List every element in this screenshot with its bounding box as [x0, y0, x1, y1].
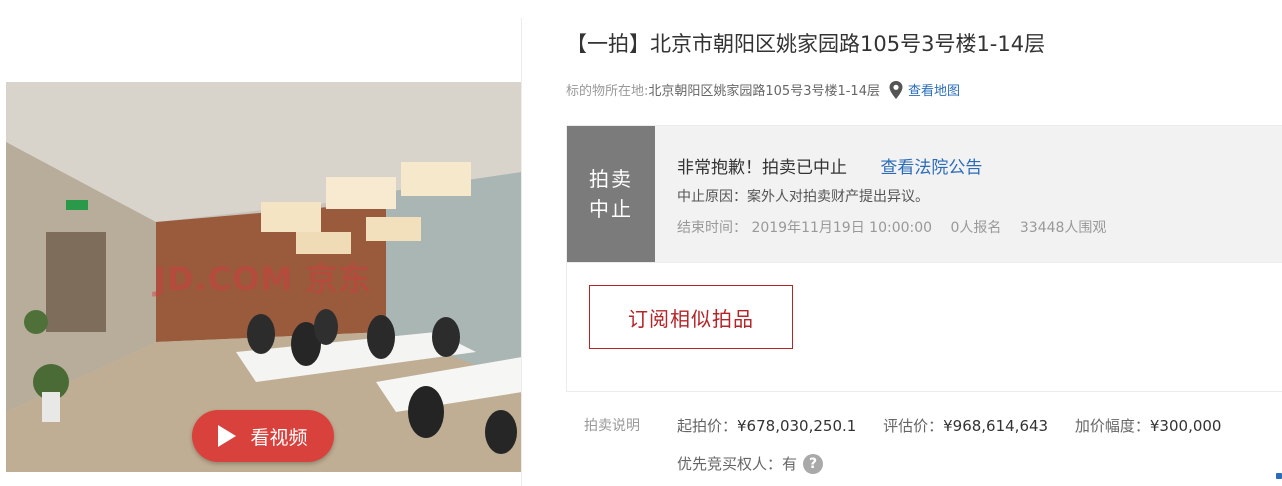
auction-explain-label: 拍卖说明: [584, 418, 640, 434]
viewer-count: 33448人围观: [1019, 220, 1107, 236]
location-label: 标的物所在地:: [566, 84, 649, 99]
end-time: 2019年11月19日 10:00:00: [751, 220, 933, 236]
increment-label: 加价幅度：: [1074, 417, 1150, 435]
column-divider: [521, 18, 522, 486]
priority-label: 优先竞买权人：: [677, 455, 783, 473]
page-title: 【一拍】北京市朝阳区姚家园路105号3号楼1-14层: [566, 32, 1046, 56]
status-panel: 拍卖 中止 非常抱歉！拍卖已中止 查看法院公告 中止原因：案外人对拍卖财产提出异…: [566, 125, 1282, 392]
status-line-2: 中止: [589, 197, 633, 221]
location-row: 标的物所在地: 北京朝阳区姚家园路105号3号楼1-14层 查看地图: [566, 80, 960, 99]
price-row: 起拍价：¥678,030,250.1 评估价：¥968,614,643 加价幅度…: [677, 415, 1221, 436]
help-icon[interactable]: ?: [803, 453, 824, 474]
court-notice-link[interactable]: 查看法院公告: [880, 158, 982, 178]
subscribe-similar-button[interactable]: 订阅相似拍品: [589, 285, 793, 349]
watch-video-button[interactable]: 看视频: [192, 410, 334, 462]
increment-value: ¥300,000: [1149, 417, 1222, 435]
appraisal-label: 评估价：: [883, 417, 944, 435]
end-info-row: 结束时间： 2019年11月19日 10:00:00 0人报名 33448人围观: [677, 217, 1120, 237]
watch-video-label: 看视频: [250, 426, 308, 449]
panel-actions: 订阅相似拍品: [567, 262, 1282, 391]
status-line-1: 拍卖: [589, 167, 633, 191]
signup-count: 0人报名: [950, 220, 1002, 236]
scroll-indicator: [1276, 473, 1282, 479]
priority-value: 有: [782, 455, 798, 473]
status-details: 非常抱歉！拍卖已中止 查看法院公告 中止原因：案外人对拍卖财产提出异议。 结束时…: [655, 126, 1282, 262]
map-pin-icon: [889, 80, 903, 99]
view-map-link[interactable]: 查看地图: [908, 80, 960, 99]
suspension-reason: 中止原因：案外人对拍卖财产提出异议。: [677, 189, 929, 205]
play-icon: [218, 425, 237, 447]
status-message-row: 非常抱歉！拍卖已中止 查看法院公告: [677, 153, 982, 178]
watermark: JD.COM 京东: [154, 260, 372, 298]
start-price-label: 起拍价：: [677, 417, 738, 435]
status-badge: 拍卖 中止: [567, 126, 655, 262]
location-value: 北京朝阳区姚家园路105号3号楼1-14层: [648, 84, 880, 99]
property-photo[interactable]: JD.COM 京东 看视频: [6, 82, 522, 472]
appraisal-price: ¥968,614,643: [943, 417, 1049, 435]
end-time-label: 结束时间：: [677, 220, 747, 236]
status-message: 非常抱歉！拍卖已中止: [677, 158, 847, 178]
priority-row: 优先竞买权人： 有 ?: [677, 453, 824, 474]
start-price: ¥678,030,250.1: [737, 417, 857, 435]
